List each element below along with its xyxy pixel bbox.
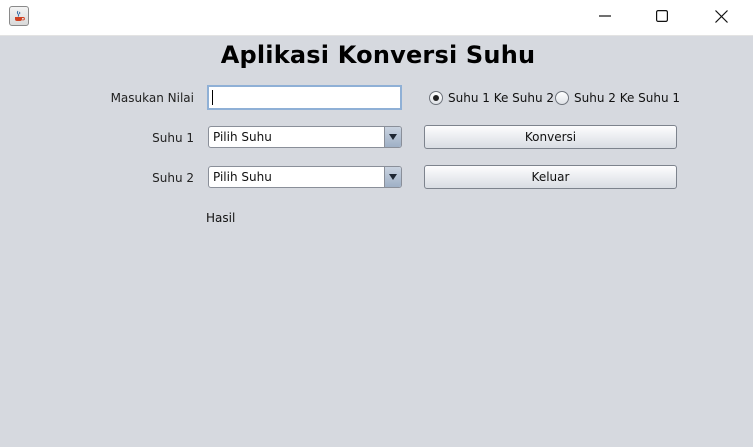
radio-label: Suhu 1 Ke Suhu 2 [448, 91, 555, 105]
suhu2-selected-value: Pilih Suhu [213, 170, 272, 184]
page-title: Aplikasi Konversi Suhu [220, 41, 536, 69]
java-icon[interactable] [9, 6, 29, 26]
suhu2-dropdown[interactable]: Pilih Suhu [208, 166, 402, 188]
main-panel: Aplikasi Konversi Suhu Masukan Nilai Suh… [0, 36, 753, 447]
maximize-button[interactable] [639, 0, 685, 33]
title-bar [0, 0, 753, 36]
minimize-button[interactable] [582, 0, 628, 33]
suhu1-dropdown[interactable]: Pilih Suhu [208, 126, 402, 148]
minimize-icon [599, 15, 611, 17]
hasil-label: Hasil [206, 211, 236, 225]
close-icon [715, 10, 728, 23]
radio-button-selected[interactable] [429, 91, 443, 105]
keluar-button[interactable]: Keluar [424, 165, 677, 189]
suhu1-selected-value: Pilih Suhu [213, 130, 272, 144]
dropdown-arrow-button[interactable] [384, 127, 401, 147]
suhu1-label: Suhu 1 [152, 131, 194, 145]
chevron-down-icon [389, 134, 397, 140]
close-button[interactable] [698, 0, 744, 33]
suhu2-label: Suhu 2 [152, 171, 194, 185]
maximize-icon [656, 10, 668, 22]
radio-label: Suhu 2 Ke Suhu 1 [574, 91, 681, 105]
radio-suhu1-ke-suhu2[interactable]: Suhu 1 Ke Suhu 2 [429, 91, 554, 107]
dropdown-arrow-button[interactable] [384, 167, 401, 187]
app-window: Aplikasi Konversi Suhu Masukan Nilai Suh… [0, 0, 753, 447]
radio-suhu2-ke-suhu1[interactable]: Suhu 2 Ke Suhu 1 [555, 91, 681, 107]
nilai-label: Masukan Nilai [110, 91, 194, 105]
radio-button[interactable] [555, 91, 569, 105]
text-caret [212, 90, 213, 105]
konversi-button[interactable]: Konversi [424, 125, 677, 149]
radio-selected-dot [433, 95, 439, 101]
nilai-input[interactable] [207, 85, 402, 110]
chevron-down-icon [389, 174, 397, 180]
